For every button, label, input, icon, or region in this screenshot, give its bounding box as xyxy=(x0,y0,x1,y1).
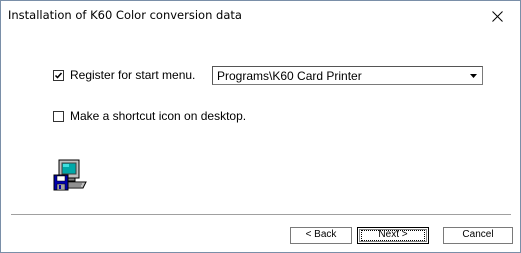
cancel-button[interactable]: Cancel xyxy=(443,227,513,244)
register-start-menu-checkbox[interactable] xyxy=(53,70,64,81)
next-button-label: Next > xyxy=(378,229,408,240)
checkmark-icon xyxy=(54,72,63,79)
separator xyxy=(11,214,511,216)
close-button[interactable] xyxy=(476,1,520,31)
register-start-menu-label[interactable]: Register for start menu. xyxy=(70,68,195,82)
chevron-down-icon xyxy=(470,74,477,78)
dialog-content: Register for start menu. Programs\K60 Ca… xyxy=(1,31,520,252)
back-button[interactable]: < Back xyxy=(290,227,352,244)
next-button[interactable]: Next > xyxy=(357,227,429,244)
window-title: Installation of K60 Color conversion dat… xyxy=(8,8,242,22)
dropdown-button[interactable] xyxy=(467,69,480,82)
desktop-shortcut-label[interactable]: Make a shortcut icon on desktop. xyxy=(70,109,246,123)
title-bar: Installation of K60 Color conversion dat… xyxy=(1,1,520,31)
computer-floppy-icon xyxy=(53,159,87,191)
close-icon xyxy=(492,11,503,22)
desktop-shortcut-checkbox[interactable] xyxy=(53,111,64,122)
installer-window: Installation of K60 Color conversion dat… xyxy=(0,0,521,253)
start-menu-folder-value: Programs\K60 Card Printer xyxy=(217,69,362,83)
start-menu-folder-select[interactable]: Programs\K60 Card Printer xyxy=(212,66,483,85)
